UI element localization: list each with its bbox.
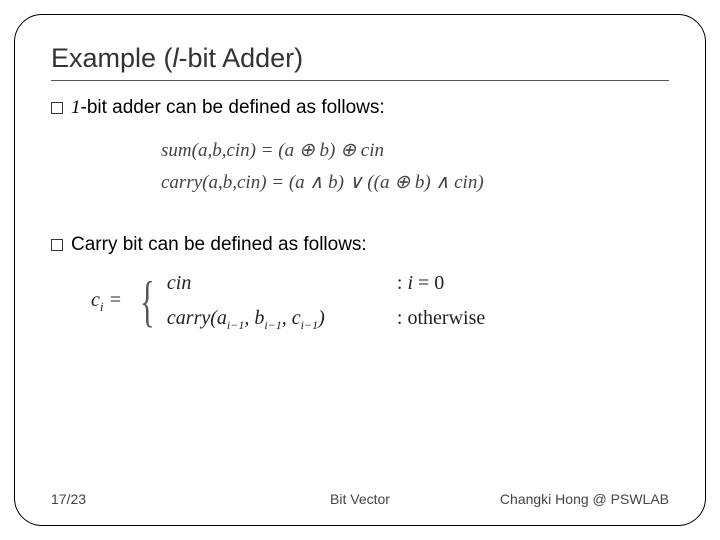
bullet-1-text: 1-bit adder can be defined as follows: [71, 97, 385, 119]
case1-cond-rest: = 0 [413, 272, 444, 294]
title-prefix: Example ( [51, 43, 173, 73]
title-suffix: -bit Adder) [179, 43, 304, 73]
cases-definition: ci = { cin : i = 0 carry(ai−1, bi−1, ci−… [91, 272, 669, 333]
case2-c: c [292, 307, 301, 329]
case2-a-sub: i−1 [227, 318, 244, 332]
slide-footer: 17/23 Bit Vector Changki Hong @ PSWLAB [51, 491, 669, 507]
case2-c-sub: i−1 [301, 318, 318, 332]
case1-expr: cin [167, 272, 397, 295]
left-brace-icon: { [140, 274, 155, 330]
bullet-box-icon [51, 239, 63, 251]
cases-rows: cin : i = 0 carry(ai−1, bi−1, ci−1) : ot… [167, 272, 557, 333]
equation-block: sum(a,b,cin) = (a ⊕ b) ⊕ cin carry(a,b,c… [161, 135, 669, 200]
title-rule [51, 80, 669, 81]
page-number: 17/23 [51, 491, 86, 507]
slide-frame: Example (l-bit Adder) 1-bit adder can be… [14, 14, 706, 526]
bullet-box-icon [51, 102, 63, 114]
case-row-1: cin : i = 0 [167, 272, 557, 295]
equation-sum: sum(a,b,cin) = (a ⊕ b) ⊕ cin [161, 135, 669, 167]
case2-expr: carry(ai−1, bi−1, ci−1) [167, 307, 397, 333]
bullet-2-text: Carry bit can be defined as follows: [71, 234, 367, 256]
case1-cond-prefix: : [397, 272, 408, 294]
cases-lhs: ci = [91, 289, 122, 315]
cases-lhs-var: c [91, 289, 100, 311]
case2-a: a [217, 307, 227, 329]
cases-eq: = [104, 289, 123, 311]
case1-cond: : i = 0 [397, 272, 557, 295]
case-row-2: carry(ai−1, bi−1, ci−1) : otherwise [167, 307, 557, 333]
bullet-2: Carry bit can be defined as follows: [51, 234, 669, 256]
bullet-1-num: 1 [71, 97, 81, 118]
footer-author: Changki Hong @ PSWLAB [500, 491, 669, 507]
case2-fn: carry [167, 307, 210, 329]
case2-cond-text: otherwise [407, 307, 485, 329]
bullet-1-rest: -bit adder can be defined as follows: [81, 97, 385, 118]
slide-title: Example (l-bit Adder) [51, 43, 669, 74]
case2-b-sub: i−1 [264, 318, 281, 332]
case2-close: ) [318, 307, 325, 329]
case2-b: b [254, 307, 264, 329]
bullet-1: 1-bit adder can be defined as follows: [51, 97, 669, 119]
equation-carry: carry(a,b,cin) = (a ∧ b) ∨ ((a ⊕ b) ∧ ci… [161, 167, 669, 199]
case2-cond: : otherwise [397, 307, 557, 330]
case2-open: ( [210, 307, 217, 329]
